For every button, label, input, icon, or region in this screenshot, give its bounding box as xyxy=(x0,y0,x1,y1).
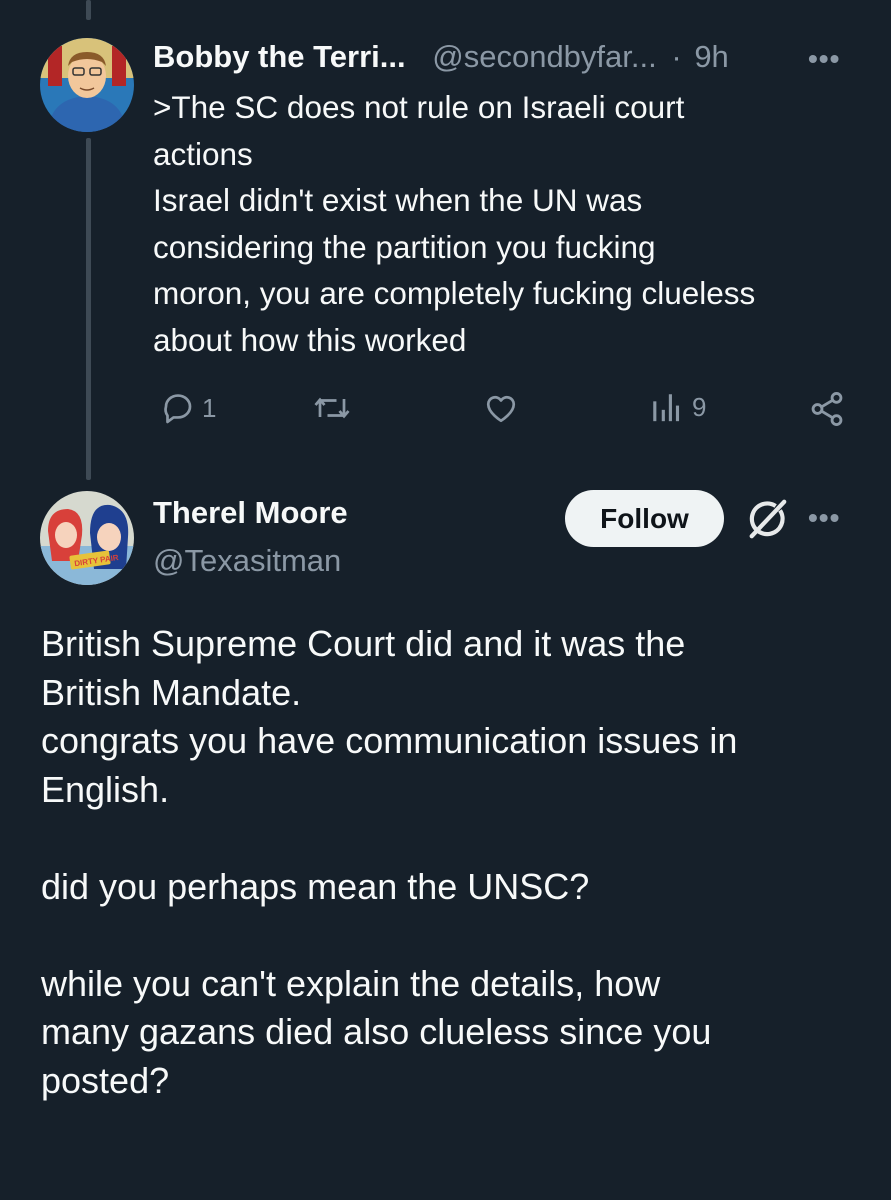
tweet-header: Bobby the Terri... @secondbyfar... · 9h xyxy=(153,38,729,76)
analytics-icon xyxy=(653,394,680,422)
avatar[interactable] xyxy=(40,38,134,132)
reply-button[interactable]: 1 xyxy=(160,390,216,426)
user-handle[interactable]: @Texasitman xyxy=(153,543,341,578)
display-name[interactable]: Therel Moore xyxy=(153,495,348,530)
heart-icon xyxy=(486,395,516,423)
follow-button[interactable]: Follow xyxy=(565,490,724,547)
retweet-icon xyxy=(314,397,350,419)
reply-count: 1 xyxy=(202,392,217,423)
tweet-text: >The SC does not rule on Israeli court a… xyxy=(153,89,756,358)
tweet-header: Therel Moore xyxy=(153,494,348,532)
views-button[interactable]: 9 xyxy=(650,390,706,424)
timestamp[interactable]: 9h xyxy=(694,39,728,74)
separator-dot: · xyxy=(671,39,682,74)
tweet-actions: 1 9 xyxy=(152,390,852,440)
thread-line-top xyxy=(86,0,91,20)
tweet-paragraph: while you can't explain the details, how… xyxy=(41,962,712,1101)
cartoon-character-avatar-icon xyxy=(40,38,134,132)
anime-girls-avatar-icon: DIRTY PAIR xyxy=(40,491,134,585)
like-button[interactable] xyxy=(482,390,526,426)
user-handle-row: @Texasitman xyxy=(153,542,341,580)
grok-icon[interactable] xyxy=(744,496,790,542)
thread-line-main xyxy=(86,138,91,480)
views-count: 9 xyxy=(692,391,707,422)
share-button[interactable] xyxy=(808,390,846,428)
user-handle[interactable]: @secondbyfar... xyxy=(432,39,656,74)
share-icon xyxy=(811,392,843,426)
retweet-button[interactable] xyxy=(312,390,358,426)
tweet-paragraph: did you perhaps mean the UNSC? xyxy=(41,865,590,907)
reply-icon xyxy=(164,394,192,424)
display-name[interactable]: Bobby the Terri... xyxy=(153,39,406,74)
avatar[interactable]: DIRTY PAIR xyxy=(40,491,134,585)
more-options-icon[interactable]: ••• xyxy=(808,43,840,75)
more-options-icon[interactable]: ••• xyxy=(808,502,840,534)
tweet-paragraph: British Supreme Court did and it was the… xyxy=(41,623,738,810)
tweet-text: British Supreme Court did and it was the… xyxy=(41,620,871,1154)
